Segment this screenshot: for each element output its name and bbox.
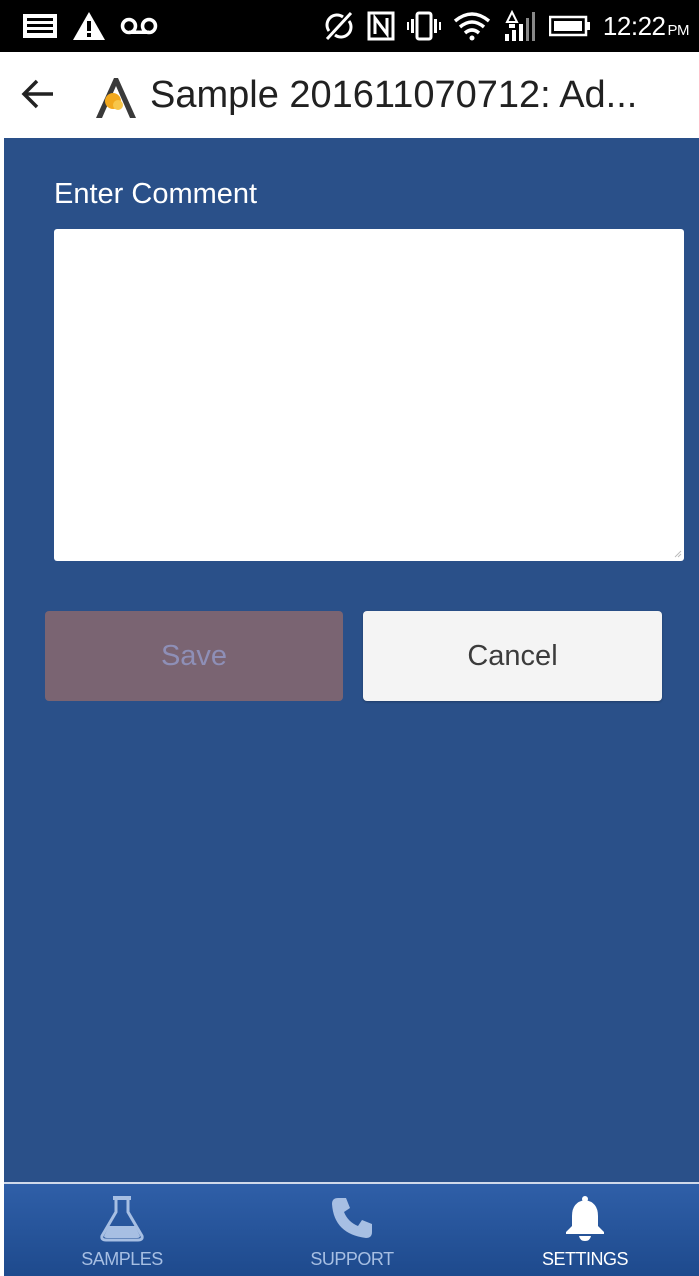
nav-item-support[interactable]: SUPPORT <box>272 1184 432 1276</box>
back-button[interactable] <box>18 74 58 114</box>
comment-label: Enter Comment <box>54 178 258 210</box>
nav-item-samples[interactable]: SAMPLES <box>42 1184 202 1276</box>
warning-icon <box>72 11 106 41</box>
nav-label-samples: SAMPLES <box>81 1249 163 1269</box>
battery-icon <box>548 14 591 38</box>
comment-textarea[interactable] <box>54 229 684 561</box>
screen: 12:22 PM Sample 201611070712: Ad... Enter… <box>0 0 699 1276</box>
resize-grip-icon[interactable] <box>674 550 682 558</box>
bottom-nav: SAMPLES SUPPORT SETTINGS <box>4 1182 699 1276</box>
phone-icon <box>332 1198 372 1238</box>
arrow-back-icon <box>21 79 53 109</box>
signal-icon <box>503 10 537 42</box>
nav-label-support: SUPPORT <box>310 1249 394 1269</box>
cancel-button[interactable]: Cancel <box>363 611 662 701</box>
page-title: Sample 201611070712: Ad... <box>150 74 638 116</box>
comment-form: Enter Comment Save Cancel <box>4 138 699 1182</box>
status-bar: 12:22 PM <box>0 0 699 52</box>
save-button[interactable]: Save <box>45 611 343 701</box>
status-time: 12:22 PM <box>602 10 690 42</box>
notification-image-icon <box>22 12 58 40</box>
status-right-icons: 12:22 PM <box>323 9 689 43</box>
vibrate-icon <box>406 11 441 41</box>
app-bar: Sample 201611070712: Ad... <box>0 52 699 138</box>
status-left-icons <box>22 9 158 43</box>
nav-item-settings[interactable]: SETTINGS <box>505 1184 665 1276</box>
flask-icon <box>100 1196 144 1242</box>
app-logo-icon <box>92 74 138 120</box>
sync-off-icon <box>323 11 355 41</box>
status-ampm: PM <box>667 21 690 39</box>
bell-icon <box>566 1196 604 1241</box>
nfc-icon <box>367 11 395 41</box>
wifi-icon <box>453 11 491 41</box>
status-time-value: 12:22 <box>602 10 666 41</box>
nav-label-settings: SETTINGS <box>541 1249 629 1269</box>
voicemail-icon <box>120 16 158 36</box>
